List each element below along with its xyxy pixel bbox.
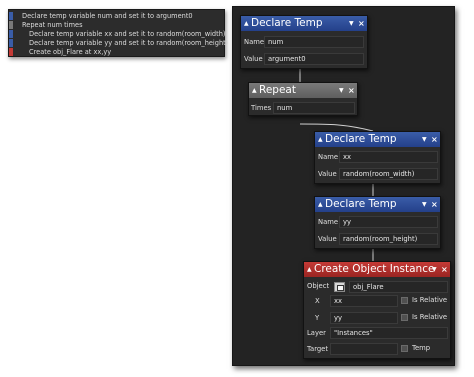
name-label: Name (318, 153, 339, 161)
value-field[interactable]: argument0 (264, 53, 364, 65)
block-title: Create Object Instance (314, 263, 435, 275)
value-label: Value (318, 170, 337, 178)
summary-line-text: Repeat num times (22, 21, 83, 29)
value-field[interactable]: random(room_height) (339, 233, 438, 245)
chevron-down-icon[interactable]: ▼ (349, 16, 354, 31)
summary-line-text: Declare temp variable yy and set it to r… (29, 39, 229, 47)
action-summary-panel: Declare temp variable num and set it to … (8, 9, 229, 57)
x-relative-label: Is Relative (412, 296, 448, 304)
collapse-icon[interactable]: ▲ (318, 132, 323, 147)
collapse-icon[interactable]: ▲ (307, 262, 312, 277)
object-field[interactable]: obj_Flare (349, 281, 448, 293)
block-title: Repeat (259, 84, 296, 96)
action-color-marker (9, 12, 13, 20)
summary-line[interactable]: Repeat num times (9, 21, 226, 29)
close-icon[interactable]: × (431, 132, 438, 147)
action-color-marker (9, 21, 13, 29)
layer-label: Layer (307, 329, 326, 337)
action-color-marker (9, 48, 13, 56)
chevron-down-icon[interactable]: ▼ (422, 132, 427, 147)
target-label: Target (307, 345, 329, 353)
summary-line[interactable]: Declare temp variable xx and set it to r… (9, 30, 226, 38)
times-label: Times (251, 104, 272, 112)
block-header[interactable]: ▲ Declare Temp ▼ × (315, 132, 440, 147)
close-icon[interactable]: × (441, 262, 448, 277)
collapse-icon[interactable]: ▲ (252, 83, 257, 98)
action-color-marker (9, 30, 13, 38)
close-icon[interactable]: × (431, 197, 438, 212)
temp-checkbox[interactable] (401, 345, 408, 352)
y-relative-label: Is Relative (412, 313, 448, 321)
temp-label: Temp (412, 344, 431, 352)
block-header[interactable]: ▲ Create Object Instance ▼ × (304, 262, 450, 277)
block-header[interactable]: ▲ Declare Temp ▼ × (241, 16, 367, 31)
name-field[interactable]: num (264, 36, 364, 48)
value-label: Value (244, 55, 263, 63)
block-header[interactable]: ▲ Declare Temp ▼ × (315, 197, 440, 212)
repeat-block[interactable]: ▲ Repeat ▼ × Times num (248, 82, 358, 116)
create-object-instance-block[interactable]: ▲ Create Object Instance ▼ × Object obj_… (303, 261, 451, 359)
layer-field[interactable]: "Instances" (330, 327, 448, 339)
declare-temp-yy-block[interactable]: ▲ Declare Temp ▼ × Name yy Value random(… (314, 196, 441, 249)
object-picker-icon[interactable] (334, 282, 345, 292)
name-field[interactable]: xx (339, 151, 438, 163)
y-relative-checkbox[interactable] (401, 314, 408, 321)
name-label: Name (244, 38, 265, 46)
close-icon[interactable]: × (348, 83, 355, 98)
target-field[interactable] (330, 343, 398, 355)
summary-line-text: Declare temp variable xx and set it to r… (29, 30, 226, 38)
chevron-down-icon[interactable]: ▼ (432, 262, 437, 277)
y-field[interactable]: yy (330, 312, 398, 324)
value-field[interactable]: random(room_width) (339, 168, 438, 180)
collapse-icon[interactable]: ▲ (244, 16, 249, 31)
block-title: Declare Temp (325, 133, 397, 145)
summary-line[interactable]: Declare temp variable yy and set it to r… (9, 39, 229, 47)
close-icon[interactable]: × (358, 16, 365, 31)
block-title: Declare Temp (251, 17, 323, 29)
value-label: Value (318, 235, 337, 243)
block-header[interactable]: ▲ Repeat ▼ × (249, 83, 357, 98)
block-title: Declare Temp (325, 198, 397, 210)
summary-line-text: Declare temp variable num and set it to … (22, 12, 193, 20)
x-label: X (315, 297, 320, 305)
x-field[interactable]: xx (330, 295, 398, 307)
summary-line-text: Create obj_Flare at xx,yy (29, 48, 112, 56)
name-label: Name (318, 218, 339, 226)
collapse-icon[interactable]: ▲ (318, 197, 323, 212)
action-color-marker (9, 39, 13, 47)
name-field[interactable]: yy (339, 216, 438, 228)
y-label: Y (315, 314, 320, 322)
declare-temp-xx-block[interactable]: ▲ Declare Temp ▼ × Name xx Value random(… (314, 131, 441, 184)
chevron-down-icon[interactable]: ▼ (422, 197, 427, 212)
times-field[interactable]: num (273, 102, 355, 114)
chevron-down-icon[interactable]: ▼ (339, 83, 344, 98)
object-label: Object (307, 282, 330, 290)
declare-temp-num-block[interactable]: ▲ Declare Temp ▼ × Name num Value argume… (240, 15, 368, 69)
x-relative-checkbox[interactable] (401, 297, 408, 304)
summary-line[interactable]: Create obj_Flare at xx,yy (9, 48, 226, 56)
summary-line[interactable]: Declare temp variable num and set it to … (9, 12, 226, 20)
